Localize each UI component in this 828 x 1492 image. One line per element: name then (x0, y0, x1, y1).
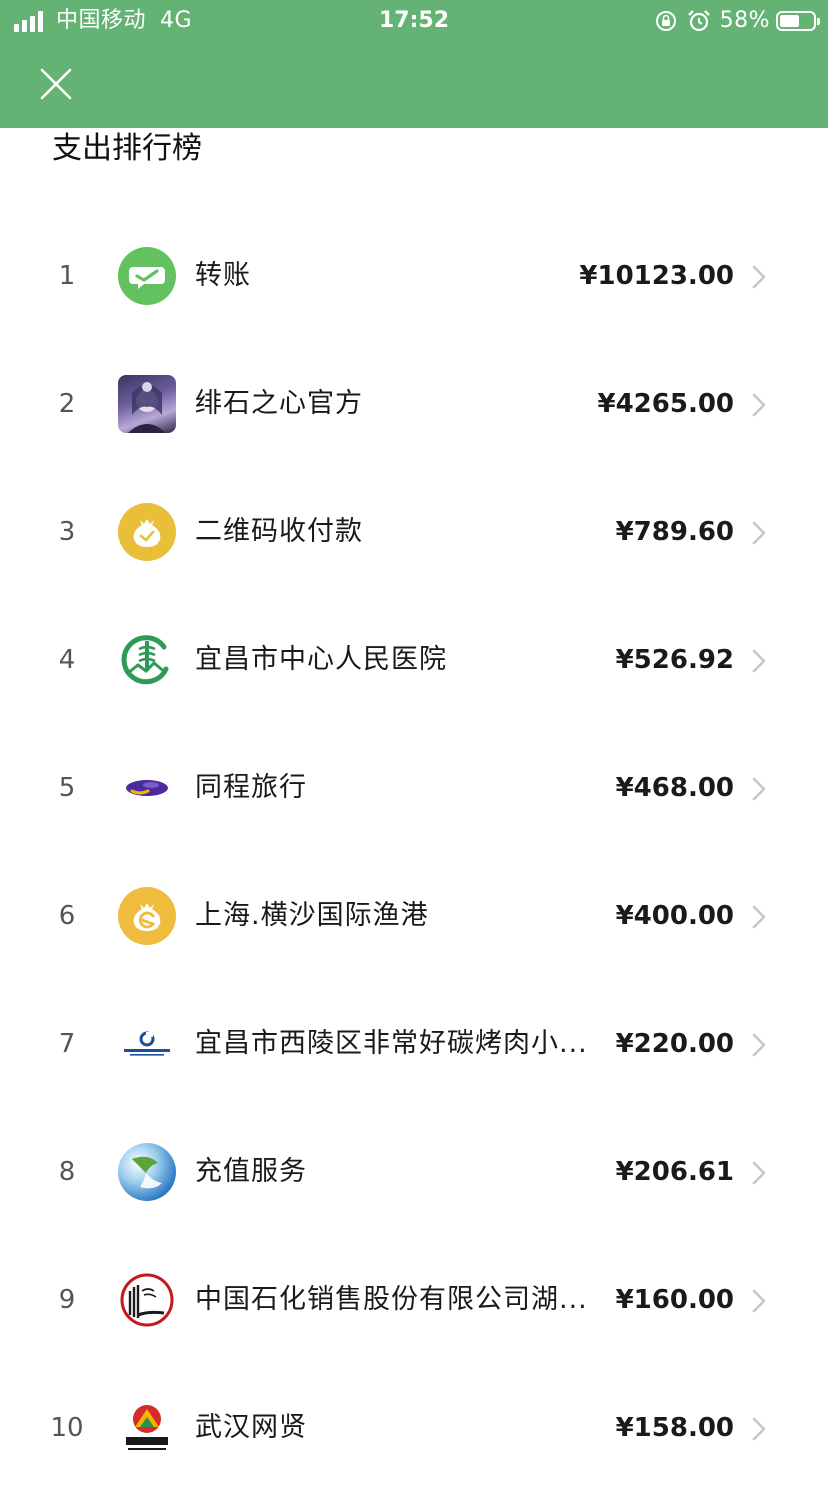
merchant-name: 上海.横沙国际渔港 (195, 900, 429, 931)
close-icon (40, 68, 72, 100)
chevron-right-icon (752, 905, 766, 929)
chevron-right-icon (752, 1289, 766, 1313)
sinopec-logo-icon (118, 1271, 176, 1329)
merchant-name: 中国石化销售股份有限公司湖... (195, 1284, 588, 1315)
merchant-name: 充值服务 (195, 1156, 307, 1187)
battery-percent: 58% (719, 8, 770, 33)
amount: ¥400.00 (615, 901, 734, 931)
amount: ¥789.60 (615, 517, 734, 547)
rank-number: 4 (58, 645, 76, 675)
tongcheng-logo-icon (118, 759, 176, 817)
rank-number: 3 (58, 517, 76, 547)
rank-number: 7 (58, 1029, 76, 1059)
amount: ¥206.61 (615, 1157, 734, 1187)
ranking-row[interactable]: 8 充值服务 ¥206.61 (0, 1108, 828, 1236)
ranking-row[interactable]: 3 二维码收付款 ¥789.60 (0, 468, 828, 596)
merchant-payment-icon (118, 887, 176, 945)
game-avatar-icon (118, 375, 176, 433)
alarm-icon (687, 10, 710, 32)
amount: ¥220.00 (615, 1029, 734, 1059)
wechat-transfer-icon (118, 247, 176, 305)
chevron-right-icon (752, 1033, 766, 1057)
ranking-row[interactable]: 4 宜昌市中心人民医院 ¥526.92 (0, 596, 828, 724)
status-right: 58% (654, 6, 820, 36)
chevron-right-icon (752, 1417, 766, 1441)
ranking-row[interactable]: 6 上海.横沙国际渔港 ¥400.00 (0, 852, 828, 980)
rank-number: 1 (58, 261, 76, 291)
page-title: 支出排行榜 (52, 131, 202, 166)
qr-payment-icon (118, 503, 176, 561)
merchant-name: 绯石之心官方 (195, 388, 363, 419)
rotation-lock-icon (655, 11, 676, 31)
amount: ¥468.00 (615, 773, 734, 803)
rank-number: 6 (58, 901, 76, 931)
hospital-logo-icon (118, 631, 176, 689)
ranking-row[interactable]: 1 转账 ¥10123.00 (0, 212, 828, 340)
ranking-list: 1 转账 ¥10123.00 2 绯石之心官方 ¥4265.00 3 二维码收付… (0, 212, 828, 1492)
merchant-name: 武汉网贤 (195, 1412, 307, 1443)
chevron-right-icon (752, 1161, 766, 1185)
amount: ¥10123.00 (579, 261, 734, 291)
merchant-name: 宜昌市西陵区非常好碳烤肉小... (195, 1028, 588, 1059)
merchant-name: 转账 (195, 260, 251, 291)
chevron-right-icon (752, 265, 766, 289)
rank-number: 8 (58, 1157, 76, 1187)
ranking-row[interactable]: 2 绯石之心官方 ¥4265.00 (0, 340, 828, 468)
recharge-logo-icon (118, 1143, 176, 1201)
amount: ¥160.00 (615, 1285, 734, 1315)
rank-number: 9 (58, 1285, 76, 1315)
chevron-right-icon (752, 393, 766, 417)
amount: ¥4265.00 (597, 389, 734, 419)
battery-icon (776, 11, 820, 31)
amount: ¥526.92 (615, 645, 734, 675)
ranking-row[interactable]: 5 同程旅行 ¥468.00 (0, 724, 828, 852)
chevron-right-icon (752, 521, 766, 545)
wuhan-wangxian-logo-icon (118, 1399, 176, 1457)
amount: ¥158.00 (615, 1413, 734, 1443)
merchant-name: 二维码收付款 (195, 516, 363, 547)
merchant-name: 同程旅行 (195, 772, 307, 803)
rank-number: 10 (50, 1413, 84, 1443)
close-button[interactable] (30, 62, 84, 106)
ranking-row[interactable]: 7 宜昌市西陵区非常好碳烤肉小... ¥220.00 (0, 980, 828, 1108)
ranking-row[interactable]: 10 武汉网贤 ¥158.00 (0, 1364, 828, 1492)
ranking-row[interactable]: 9 中国石化销售股份有限公司湖... ¥160.00 (0, 1236, 828, 1364)
rank-number: 2 (58, 389, 76, 419)
chevron-right-icon (752, 777, 766, 801)
rank-number: 5 (58, 773, 76, 803)
chevron-right-icon (752, 649, 766, 673)
merchant-name: 宜昌市中心人民医院 (195, 644, 447, 675)
ccb-logo-icon (118, 1015, 176, 1073)
nav-bar (0, 42, 828, 128)
status-bar: 中国移动 4G 17:52 58% (0, 0, 828, 42)
